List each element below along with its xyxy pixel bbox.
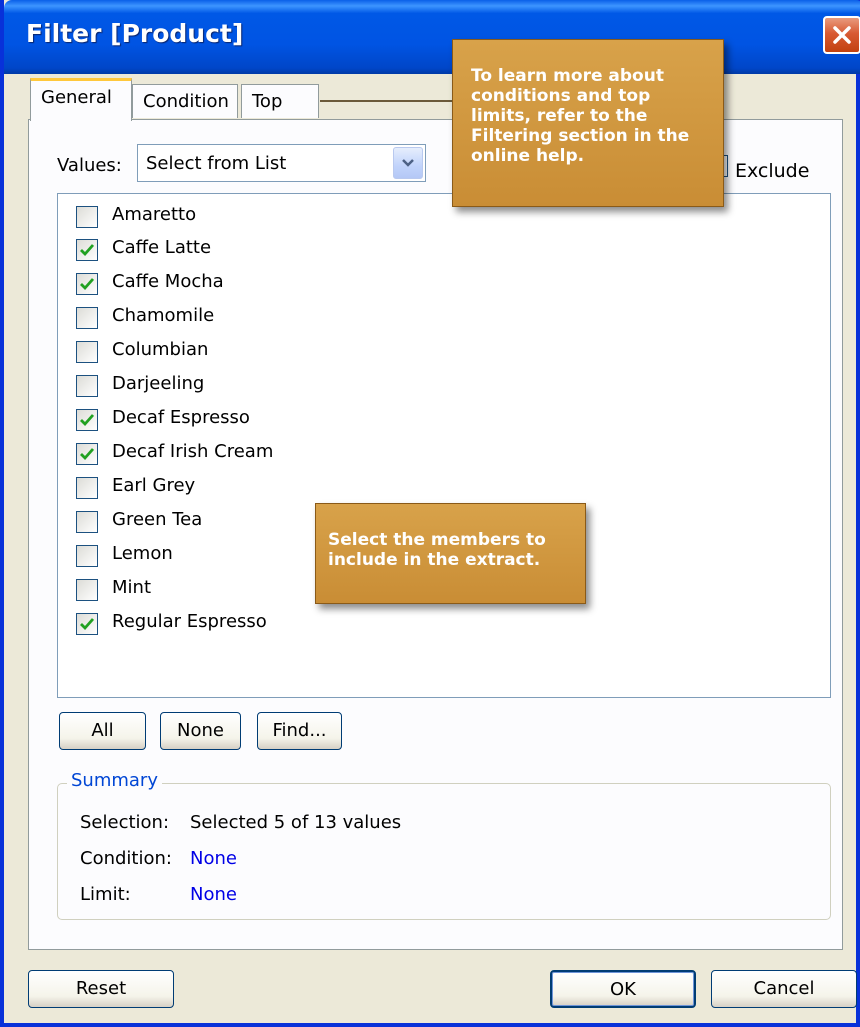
summary-legend: Summary bbox=[67, 770, 162, 791]
member-label: Lemon bbox=[112, 543, 173, 564]
member-checkbox[interactable] bbox=[76, 239, 98, 261]
member-label: Chamomile bbox=[112, 305, 215, 326]
tab-condition-label: Condition bbox=[143, 91, 229, 112]
checkmark-icon bbox=[80, 618, 95, 631]
member-checkbox[interactable] bbox=[76, 375, 98, 397]
member-checkbox[interactable] bbox=[76, 545, 98, 567]
tab-general[interactable]: General bbox=[30, 78, 132, 121]
close-icon bbox=[833, 26, 851, 44]
tab-condition[interactable]: Condition bbox=[132, 84, 238, 118]
checkmark-icon bbox=[80, 414, 95, 427]
condition-value: None bbox=[190, 848, 237, 869]
members-callout: Select the members to include in the ext… bbox=[315, 503, 586, 604]
members-callout-text: Select the members to include in the ext… bbox=[328, 530, 546, 570]
select-none-button[interactable]: None bbox=[160, 712, 241, 750]
values-label: Values: bbox=[57, 155, 122, 176]
member-checkbox[interactable] bbox=[76, 443, 98, 465]
limit-value: None bbox=[190, 884, 237, 905]
select-all-button[interactable]: All bbox=[59, 712, 146, 750]
member-checkbox[interactable] bbox=[76, 409, 98, 431]
member-label: Amaretto bbox=[112, 204, 197, 225]
condition-label: Condition: bbox=[80, 848, 172, 869]
values-select-value: Select from List bbox=[146, 153, 287, 174]
member-checkbox[interactable] bbox=[76, 511, 98, 533]
member-label: Regular Espresso bbox=[112, 611, 267, 632]
help-callout: To learn more about conditions and top l… bbox=[452, 39, 724, 207]
checkmark-icon bbox=[80, 448, 95, 461]
member-checkbox[interactable] bbox=[76, 273, 98, 295]
member-label: Decaf Irish Cream bbox=[112, 441, 274, 462]
member-label: Mint bbox=[112, 577, 151, 598]
member-checkbox[interactable] bbox=[76, 341, 98, 363]
checkmark-icon bbox=[80, 244, 95, 257]
member-label: Caffe Latte bbox=[112, 237, 212, 258]
member-label: Caffe Mocha bbox=[112, 271, 224, 292]
member-label: Darjeeling bbox=[112, 373, 205, 394]
chevron-down-icon bbox=[402, 159, 414, 167]
selection-value: Selected 5 of 13 values bbox=[190, 812, 402, 833]
find-button[interactable]: Find... bbox=[257, 712, 342, 750]
values-dropdown-button[interactable] bbox=[393, 147, 423, 179]
title-bar[interactable]: Filter [Product] bbox=[4, 0, 860, 74]
member-label: Decaf Espresso bbox=[112, 407, 250, 428]
tab-top[interactable]: Top bbox=[241, 84, 319, 118]
exclude-label: Exclude bbox=[735, 160, 810, 182]
limit-label: Limit: bbox=[80, 884, 131, 905]
checkmark-icon bbox=[80, 278, 95, 291]
member-label: Earl Grey bbox=[112, 475, 196, 496]
values-select[interactable]: Select from List bbox=[137, 144, 426, 182]
tab-general-label: General bbox=[41, 87, 112, 108]
tab-top-label: Top bbox=[252, 91, 283, 112]
callout-connector bbox=[320, 100, 452, 102]
window-title: Filter [Product] bbox=[26, 19, 244, 48]
member-checkbox[interactable] bbox=[76, 579, 98, 601]
member-checkbox[interactable] bbox=[76, 613, 98, 635]
close-button[interactable] bbox=[823, 16, 860, 54]
help-callout-text: To learn more about conditions and top l… bbox=[471, 66, 690, 166]
summary-group bbox=[57, 783, 831, 920]
member-checkbox[interactable] bbox=[76, 477, 98, 499]
members-list[interactable]: Amaretto Caffe Latte Caffe Mocha Chamomi… bbox=[57, 193, 831, 698]
member-label: Columbian bbox=[112, 339, 209, 360]
reset-button[interactable]: Reset bbox=[28, 970, 174, 1008]
member-checkbox[interactable] bbox=[76, 307, 98, 329]
selection-label: Selection: bbox=[80, 812, 170, 833]
member-checkbox[interactable] bbox=[76, 206, 98, 228]
ok-button[interactable]: OK bbox=[550, 970, 696, 1008]
cancel-button[interactable]: Cancel bbox=[711, 970, 857, 1008]
member-label: Green Tea bbox=[112, 509, 203, 530]
